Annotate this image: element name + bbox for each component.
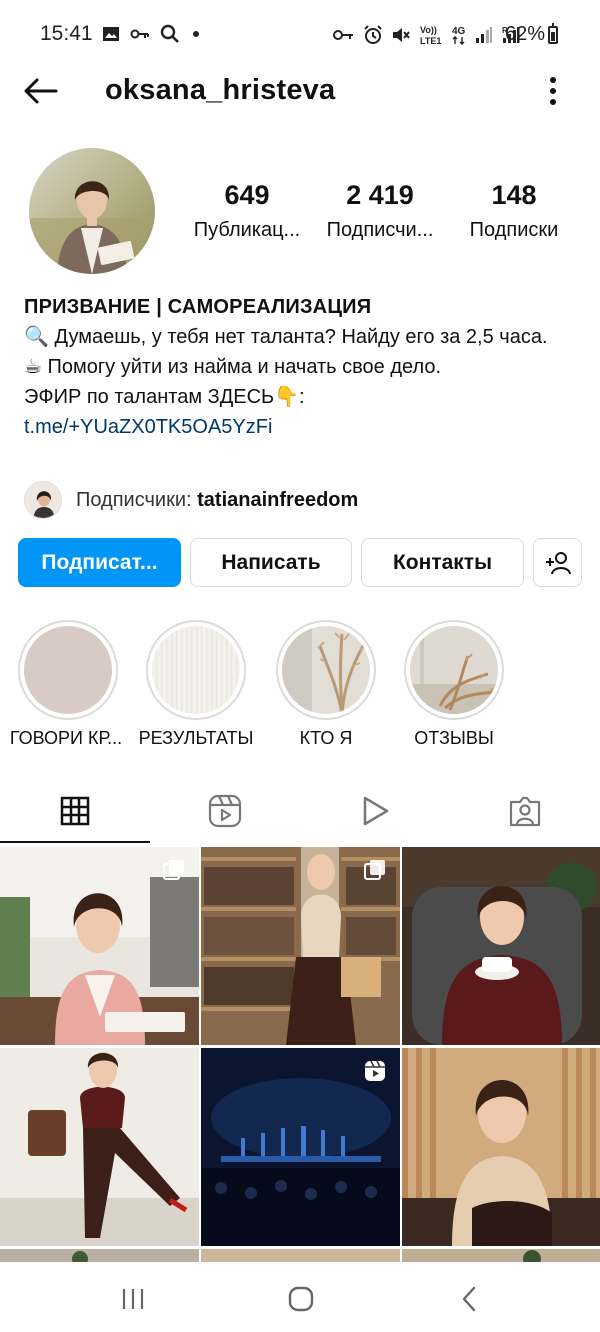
posts-label: Публикац... (193, 219, 301, 241)
highlight-cover (152, 626, 240, 714)
battery-percent: 62% (505, 23, 546, 45)
posts-count: 649 (224, 180, 270, 210)
post-thumbnail[interactable] (201, 1249, 400, 1263)
play-icon (363, 796, 389, 826)
highlight-about[interactable] (276, 620, 376, 720)
reels-icon (208, 794, 242, 828)
highlight-cover (282, 626, 370, 714)
reel-badge-icon (365, 1060, 385, 1081)
svg-text:4G: 4G (452, 26, 466, 37)
highlight-cover (410, 626, 498, 714)
following-label: Подписки (469, 219, 559, 241)
post-thumbnail[interactable] (402, 1249, 600, 1263)
battery-icon (548, 23, 558, 44)
tab-videos[interactable] (300, 780, 450, 842)
stat-posts[interactable]: 649 Публикац... (188, 180, 306, 242)
highlight-govori[interactable] (18, 620, 118, 720)
bio-line-stream: ЭФИР по талантам ЗДЕСЬ👇: (24, 386, 305, 408)
more-options-icon[interactable] (538, 74, 568, 108)
profile-bio: ПРИЗВАНИЕ | САМОРЕАЛИЗАЦИЯ 🔍 Думаешь, у … (24, 292, 584, 442)
highlight-label: КТО Я (299, 728, 353, 748)
follower-avatar (24, 481, 62, 519)
tab-posts-grid[interactable] (0, 780, 150, 842)
profile-header: oksana_hristeva (0, 64, 600, 120)
status-bar: 15:41 Vo)) LTE1 4G R 62% (0, 0, 600, 70)
post-thumbnail[interactable] (402, 1048, 600, 1246)
content-tabs (0, 780, 600, 844)
bio-link[interactable]: t.me/+YUaZX0TK5OA5YzFi (24, 412, 584, 442)
tab-tagged[interactable] (450, 780, 600, 842)
back-arrow-icon[interactable] (22, 76, 60, 106)
volte-icon: Vo))LTE1 (420, 25, 441, 46)
add-person-icon (545, 551, 571, 574)
profile-avatar[interactable] (29, 148, 155, 274)
highlight-reviews[interactable] (404, 620, 504, 720)
stat-following[interactable]: 148 Подписки (460, 180, 568, 242)
svg-text:Vo)): Vo)) (420, 25, 437, 35)
followers-count: 2 419 (346, 180, 414, 210)
post-thumbnail[interactable] (0, 1249, 199, 1263)
bio-line-talent: 🔍 Думаешь, у тебя нет таланта? Найду его… (24, 326, 548, 348)
tab-reels[interactable] (150, 780, 300, 842)
follow-button[interactable]: Подписат... (18, 538, 181, 587)
message-button[interactable]: Написать (190, 538, 352, 587)
home-icon[interactable] (286, 1284, 316, 1314)
username-title: oksana_hristeva (105, 74, 336, 106)
stat-followers[interactable]: 2 419 Подписчи... (320, 180, 440, 242)
back-nav-icon[interactable] (455, 1284, 485, 1314)
alarm-icon (364, 25, 382, 44)
dot-icon (193, 31, 199, 37)
post-thumbnail[interactable] (201, 1048, 400, 1246)
mute-icon (393, 28, 410, 42)
signal-icon (476, 27, 492, 43)
contacts-button[interactable]: Контакты (361, 538, 524, 587)
suggested-users-button[interactable] (533, 538, 582, 587)
followed-by-prefix: Подписчики: (76, 488, 192, 511)
system-nav-bar (0, 1262, 600, 1332)
carousel-icon (163, 860, 184, 880)
recent-apps-icon[interactable] (118, 1284, 148, 1314)
vpn-key-icon (333, 30, 353, 40)
svg-text:LTE1: LTE1 (420, 36, 441, 46)
search-icon (160, 24, 179, 43)
highlight-label: ГОВОРИ КР... (9, 728, 123, 748)
bio-title: ПРИЗВАНИЕ | САМОРЕАЛИЗАЦИЯ (24, 296, 372, 318)
highlight-label: ОТЗЫВЫ (414, 728, 494, 748)
tagged-icon (509, 796, 541, 827)
bio-line-business: ☕ Помогу уйти из найма и начать свое дел… (24, 356, 442, 378)
post-thumbnail[interactable] (402, 847, 600, 1045)
post-thumbnail[interactable] (0, 1048, 199, 1246)
followed-by[interactable]: Подписчики: tatianainfreedom (24, 480, 358, 520)
highlight-cover (24, 626, 112, 714)
gallery-icon (103, 27, 119, 41)
key-icon (130, 29, 149, 39)
grid-icon (60, 796, 90, 826)
carousel-icon (364, 860, 385, 880)
following-count: 148 (491, 180, 537, 210)
followers-label: Подписчи... (326, 219, 434, 241)
active-tab-indicator (0, 841, 150, 843)
status-time: 15:41 (40, 22, 93, 45)
4g-icon: 4G (452, 26, 466, 45)
post-thumbnail[interactable] (0, 847, 199, 1045)
highlight-results[interactable] (146, 620, 246, 720)
highlight-label: РЕЗУЛЬТАТЫ (138, 728, 254, 748)
followed-by-name[interactable]: tatianainfreedom (197, 489, 358, 511)
post-thumbnail[interactable] (201, 847, 400, 1045)
